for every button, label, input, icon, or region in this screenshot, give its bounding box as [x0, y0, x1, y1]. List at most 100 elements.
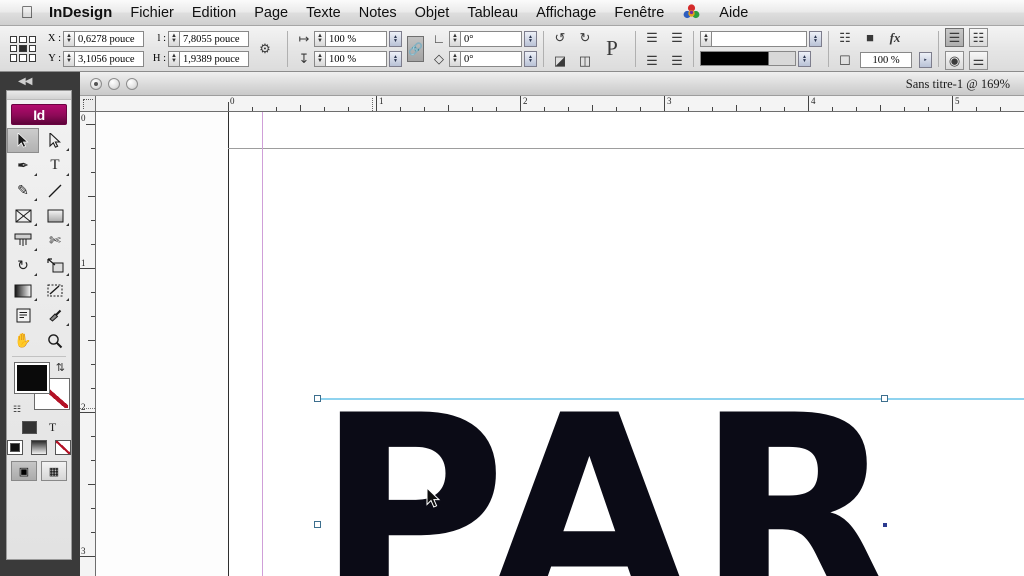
apply-none-icon[interactable] — [55, 439, 71, 455]
menu-item-objet[interactable]: Objet — [406, 0, 459, 26]
menu-item-texte[interactable]: Texte — [297, 0, 350, 26]
menu-item-tableau[interactable]: Tableau — [458, 0, 527, 26]
y-stepper[interactable]: ▲ ▼ — [63, 50, 74, 67]
scale-y-field[interactable]: 100 % — [325, 50, 387, 67]
text-wrap-jump-object-icon[interactable]: ⚌ — [969, 50, 988, 70]
menu-item-edition[interactable]: Edition — [183, 0, 245, 26]
align-top-icon[interactable]: ☰ — [642, 28, 662, 47]
menu-item-indesign[interactable]: InDesign — [40, 0, 121, 26]
artboard-headline-text[interactable]: PAR — [316, 382, 902, 576]
fill-color-black-swatch[interactable] — [14, 362, 50, 394]
opacity-field[interactable]: 100 % — [860, 52, 912, 68]
menu-item-page[interactable]: Page — [245, 0, 297, 26]
zoom-window-button[interactable] — [126, 77, 138, 90]
chain-link-icon[interactable]: 🔗 — [407, 35, 424, 62]
scale-y-stepper[interactable]: ▲ ▼ — [314, 50, 325, 67]
x-stepper[interactable]: ▲ ▼ — [63, 30, 74, 47]
preview-view-mode-icon[interactable]: ▦ — [41, 461, 67, 481]
stroke-weight-stepper[interactable]: ▲ ▼ — [700, 30, 711, 47]
document-canvas[interactable]: PAR Tn formation tayssant nicolas | form… — [96, 112, 1024, 576]
ruler-origin-widget[interactable] — [80, 96, 96, 112]
height-field[interactable]: 1,9389 pouce — [179, 50, 249, 67]
corner-options-icon[interactable]: ☐ — [835, 51, 855, 70]
free-transform-tool[interactable] — [39, 253, 71, 278]
apply-color-icon[interactable] — [7, 439, 23, 455]
reference-point-proxy[interactable] — [10, 35, 36, 62]
default-fill-stroke-icon[interactable]: ☷ — [13, 404, 21, 415]
normal-view-mode-icon[interactable]: ▣ — [11, 461, 37, 481]
minimize-window-button[interactable] — [108, 77, 120, 90]
vertical-ruler[interactable]: 0 1 2 3 — [80, 112, 96, 576]
panel-drag-handle[interactable] — [7, 91, 71, 100]
rotation-field[interactable]: 0° — [460, 30, 522, 47]
height-stepper[interactable]: ▲ ▼ — [168, 50, 179, 67]
scale-x-field[interactable]: 100 % — [325, 30, 387, 47]
rotate-clockwise-icon[interactable]: ↻ — [575, 28, 595, 47]
menu-item-fenetre[interactable]: Fenêtre — [605, 0, 673, 26]
note-tool[interactable] — [7, 303, 39, 328]
scissors-tool[interactable]: ✄ — [39, 228, 71, 253]
stroke-style-menu-icon[interactable]: ▲ ▼ — [798, 50, 811, 67]
drop-shadow-icon[interactable]: ■ — [860, 28, 880, 47]
stroke-style-swatch[interactable] — [700, 51, 796, 66]
rotation-menu-icon[interactable]: ▲ ▼ — [524, 30, 537, 47]
apple-logo-icon[interactable]:  — [14, 4, 40, 21]
selection-handle-bottom-left[interactable] — [314, 521, 321, 528]
collapse-panel-icon[interactable]: ◀◀ — [0, 72, 80, 90]
selection-handle-top-left[interactable] — [314, 395, 321, 402]
flip-vertical-icon[interactable]: ◫ — [575, 51, 595, 70]
direct-selection-tool[interactable] — [39, 128, 71, 153]
line-tool[interactable] — [39, 178, 71, 203]
shear-tool[interactable] — [7, 228, 39, 253]
rotate-counterclockwise-icon[interactable]: ↺ — [550, 28, 570, 47]
hand-tool[interactable]: ✋ — [7, 328, 39, 353]
formatting-affects-container-icon[interactable] — [21, 420, 37, 434]
align-left-icon[interactable]: ☰ — [667, 28, 687, 47]
menu-item-aide[interactable]: Aide — [710, 0, 757, 26]
gradient-feather-tool[interactable] — [39, 278, 71, 303]
apply-gradient-icon[interactable] — [31, 439, 47, 455]
width-stepper[interactable]: ▲ ▼ — [168, 30, 179, 47]
rectangle-tool[interactable] — [39, 203, 71, 228]
y-field[interactable]: 3,1056 pouce — [74, 50, 144, 67]
selection-tool[interactable] — [7, 128, 39, 153]
width-field[interactable]: 7,8055 pouce — [179, 30, 249, 47]
type-tool[interactable]: T — [39, 153, 71, 178]
scale-y-menu-icon[interactable]: ▲ ▼ — [389, 50, 402, 67]
x-field[interactable]: 0,6278 pouce — [74, 30, 144, 47]
swap-fill-stroke-icon[interactable]: ⇅ — [56, 361, 65, 374]
pencil-tool[interactable]: ✎ — [7, 178, 39, 203]
opacity-menu-icon[interactable]: ▸ — [919, 52, 932, 68]
menu-item-affichage[interactable]: Affichage — [527, 0, 605, 26]
align-bottom-icon[interactable]: ☰ — [642, 51, 662, 70]
formatting-affects-text-icon[interactable]: T — [49, 420, 56, 435]
shear-field[interactable]: 0° — [460, 50, 522, 67]
scale-x-stepper[interactable]: ▲ ▼ — [314, 30, 325, 47]
eyedropper-tool[interactable] — [39, 303, 71, 328]
frame-tool[interactable] — [7, 203, 39, 228]
fx-effects-icon[interactable]: fx — [885, 28, 905, 47]
constrain-proportions-frame-icon[interactable]: ⚙ — [255, 39, 275, 58]
align-right-icon[interactable]: ☰ — [667, 51, 687, 70]
stroke-weight-field[interactable] — [711, 30, 807, 47]
stroke-weight-menu-icon[interactable]: ▲ ▼ — [809, 30, 822, 47]
rotation-stepper[interactable]: ▲ ▼ — [449, 30, 460, 47]
menu-item-fichier[interactable]: Fichier — [121, 0, 183, 26]
flip-horizontal-icon[interactable]: ◪ — [550, 51, 570, 70]
shear-stepper[interactable]: ▲ ▼ — [449, 50, 460, 67]
text-wrap-bounding-box-icon[interactable]: ☷ — [969, 27, 988, 47]
document-title-bar[interactable]: Sans titre-1 @ 169% — [80, 72, 1024, 96]
selection-handle-top-right[interactable] — [881, 395, 888, 402]
select-container-icon[interactable]: ☷ — [835, 28, 855, 47]
menu-item-notes[interactable]: Notes — [350, 0, 406, 26]
text-wrap-object-shape-icon[interactable]: ◉ — [945, 50, 964, 70]
rotate-tool[interactable]: ↻ — [7, 253, 39, 278]
scale-x-menu-icon[interactable]: ▲ ▼ — [389, 30, 402, 47]
horizontal-ruler[interactable]: 0 1 2 3 4 5 — [80, 96, 1024, 112]
shear-menu-icon[interactable]: ▲ ▼ — [524, 50, 537, 67]
pen-tool[interactable]: ✒ — [7, 153, 39, 178]
zoom-tool[interactable] — [39, 328, 71, 353]
text-wrap-none-icon[interactable]: ☰ — [945, 27, 964, 47]
gradient-tool[interactable] — [7, 278, 39, 303]
close-window-button[interactable] — [90, 77, 102, 90]
